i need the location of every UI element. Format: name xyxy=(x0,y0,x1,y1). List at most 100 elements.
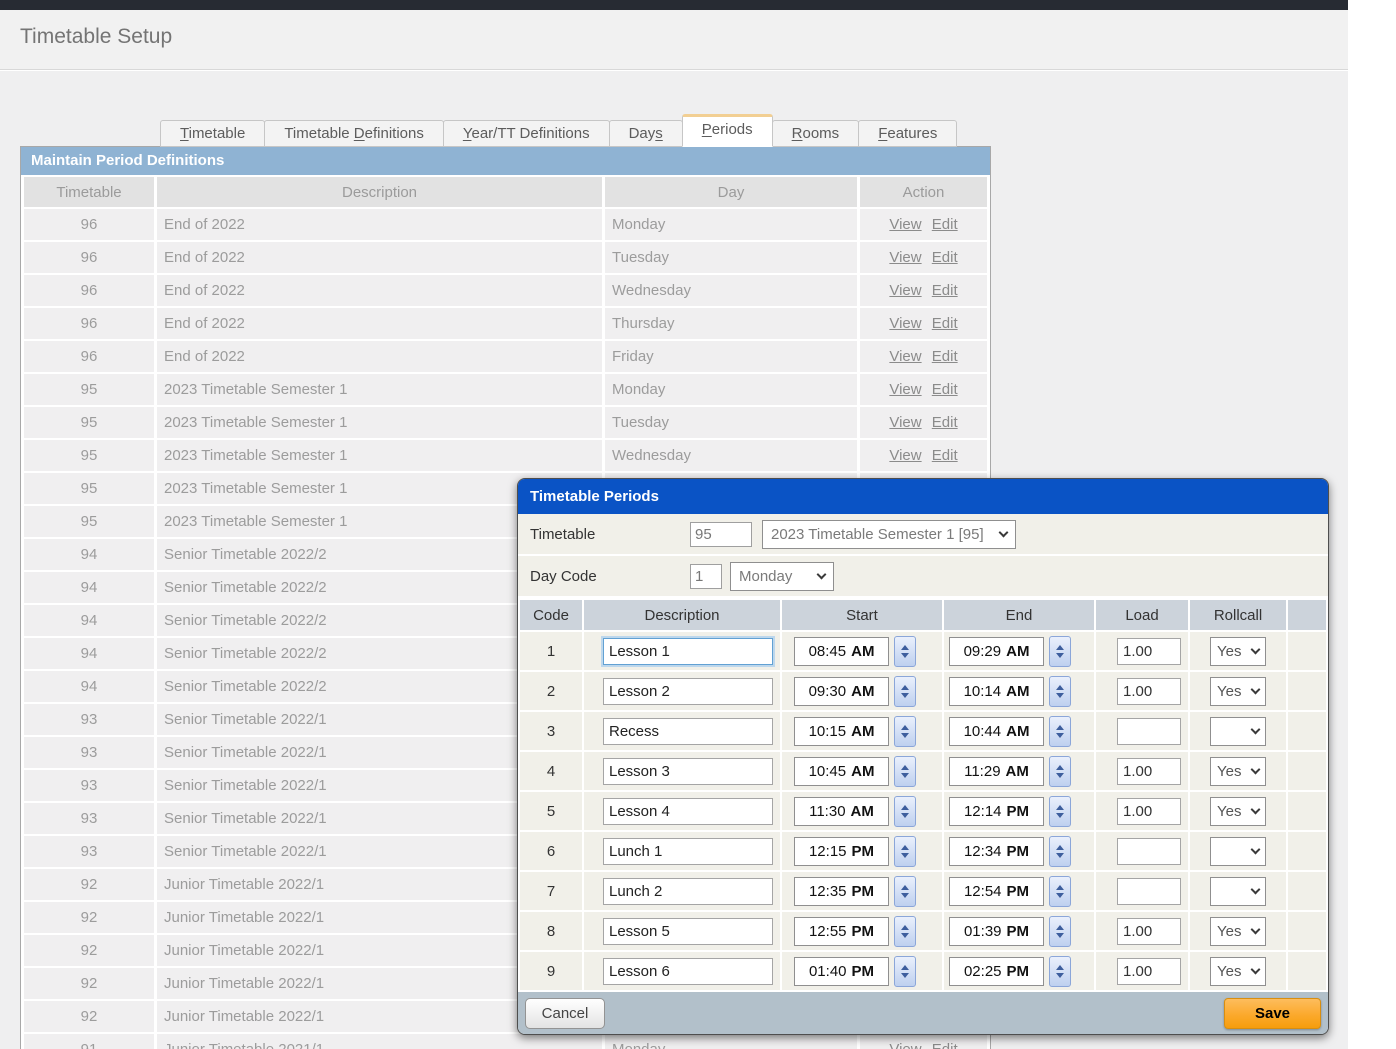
period-load-input[interactable] xyxy=(1117,878,1181,905)
period-rollcall-select[interactable]: Yes xyxy=(1210,757,1266,786)
timetable-cell: 93 xyxy=(24,770,154,801)
period-load-input[interactable] xyxy=(1117,758,1181,785)
edit-link[interactable]: Edit xyxy=(932,414,958,431)
period-end-time-spinner[interactable] xyxy=(1049,716,1071,747)
period-start-time-spinner[interactable] xyxy=(894,916,916,947)
period-start-time-input[interactable]: 11:30AM xyxy=(794,797,889,826)
period-end-time-input[interactable]: 12:14PM xyxy=(949,797,1044,826)
view-link[interactable]: View xyxy=(889,447,921,464)
tab-rooms[interactable]: Rooms xyxy=(772,120,860,147)
period-rollcall-select[interactable] xyxy=(1210,877,1266,906)
day-select[interactable]: Monday xyxy=(730,562,834,591)
period-end-time-input[interactable]: 10:44AM xyxy=(949,717,1044,746)
period-end-time-spinner[interactable] xyxy=(1049,956,1071,987)
period-start-time-input[interactable]: 08:45AM xyxy=(794,637,889,666)
view-link[interactable]: View xyxy=(889,216,921,233)
period-end-time-spinner[interactable] xyxy=(1049,796,1071,827)
period-end-time-input[interactable]: 09:29AM xyxy=(949,637,1044,666)
period-start-time-spinner[interactable] xyxy=(894,796,916,827)
table-row: 952023 Timetable Semester 1TuesdayView E… xyxy=(24,407,987,438)
period-rollcall-select[interactable]: Yes xyxy=(1210,797,1266,826)
edit-link[interactable]: Edit xyxy=(932,216,958,233)
period-start-time-input[interactable]: 10:45AM xyxy=(794,757,889,786)
period-load-input[interactable] xyxy=(1117,678,1181,705)
edit-link[interactable]: Edit xyxy=(932,282,958,299)
view-link[interactable]: View xyxy=(889,414,921,431)
cancel-button[interactable]: Cancel xyxy=(525,998,605,1029)
period-end-time-spinner[interactable] xyxy=(1049,836,1071,867)
tab-year-tt-definitions[interactable]: Year/TT Definitions xyxy=(443,120,610,147)
period-start-time-spinner[interactable] xyxy=(894,716,916,747)
period-start-time-spinner[interactable] xyxy=(894,756,916,787)
tab-timetable[interactable]: Timetable xyxy=(160,120,265,147)
period-end-time-spinner[interactable] xyxy=(1049,636,1071,667)
period-code-cell: 2 xyxy=(520,672,582,710)
view-link[interactable]: View xyxy=(889,1041,921,1049)
period-start-time-spinner[interactable] xyxy=(894,876,916,907)
period-rollcall-select[interactable]: Yes xyxy=(1210,957,1266,986)
period-start-time-input[interactable]: 12:15PM xyxy=(794,837,889,866)
view-link[interactable]: View xyxy=(889,282,921,299)
period-end-time-input[interactable]: 01:39PM xyxy=(949,917,1044,946)
period-description-input[interactable] xyxy=(603,638,773,665)
period-end-time-spinner[interactable] xyxy=(1049,756,1071,787)
view-link[interactable]: View xyxy=(889,348,921,365)
period-start-time-spinner[interactable] xyxy=(894,676,916,707)
period-description-input[interactable] xyxy=(603,838,773,865)
period-load-input[interactable] xyxy=(1117,798,1181,825)
edit-link[interactable]: Edit xyxy=(932,315,958,332)
period-load-input[interactable] xyxy=(1117,918,1181,945)
column-header-action: Action xyxy=(860,177,987,207)
view-link[interactable]: View xyxy=(889,315,921,332)
period-description-input[interactable] xyxy=(603,918,773,945)
period-load-input[interactable] xyxy=(1117,838,1181,865)
period-rollcall-select[interactable] xyxy=(1210,837,1266,866)
period-description-input[interactable] xyxy=(603,878,773,905)
tab-features[interactable]: Features xyxy=(858,120,957,147)
timetable-code-input[interactable] xyxy=(690,522,752,547)
edit-link[interactable]: Edit xyxy=(932,249,958,266)
period-rollcall-select[interactable]: Yes xyxy=(1210,637,1266,666)
tab-timetable-definitions[interactable]: Timetable Definitions xyxy=(264,120,444,147)
period-start-time-input[interactable]: 10:15AM xyxy=(794,717,889,746)
day-code-input[interactable] xyxy=(690,564,722,589)
period-description-input[interactable] xyxy=(603,958,773,985)
period-start-time-spinner[interactable] xyxy=(894,956,916,987)
period-end-time-spinner[interactable] xyxy=(1049,916,1071,947)
period-load-input[interactable] xyxy=(1117,638,1181,665)
timetable-select[interactable]: 2023 Timetable Semester 1 [95] xyxy=(762,520,1016,549)
tab-days[interactable]: Days xyxy=(609,120,683,147)
period-end-time-spinner[interactable] xyxy=(1049,876,1071,907)
tab-periods[interactable]: Periods xyxy=(682,114,773,147)
period-rollcall-select[interactable]: Yes xyxy=(1210,917,1266,946)
period-start-time-spinner[interactable] xyxy=(894,836,916,867)
period-end-time-input[interactable]: 11:29AM xyxy=(949,757,1044,786)
period-description-input[interactable] xyxy=(603,678,773,705)
edit-link[interactable]: Edit xyxy=(932,447,958,464)
period-description-input[interactable] xyxy=(603,718,773,745)
spin-up-icon xyxy=(901,845,909,850)
period-end-time-input[interactable]: 10:14AM xyxy=(949,677,1044,706)
period-end-time-input[interactable]: 12:34PM xyxy=(949,837,1044,866)
edit-link[interactable]: Edit xyxy=(932,381,958,398)
period-rollcall-select[interactable] xyxy=(1210,717,1266,746)
view-link[interactable]: View xyxy=(889,381,921,398)
edit-link[interactable]: Edit xyxy=(932,1041,958,1049)
view-link[interactable]: View xyxy=(889,249,921,266)
save-button[interactable]: Save xyxy=(1224,998,1321,1029)
period-start-time-input[interactable]: 09:30AM xyxy=(794,677,889,706)
period-load-input[interactable] xyxy=(1117,718,1181,745)
period-load-input[interactable] xyxy=(1117,958,1181,985)
period-start-time-input[interactable]: 12:35PM xyxy=(794,877,889,906)
period-end-time-spinner[interactable] xyxy=(1049,676,1071,707)
period-description-input[interactable] xyxy=(603,758,773,785)
period-start-time-input[interactable]: 12:55PM xyxy=(794,917,889,946)
period-end-time-input[interactable]: 12:54PM xyxy=(949,877,1044,906)
period-start-time-spinner[interactable] xyxy=(894,636,916,667)
period-end-time-input[interactable]: 02:25PM xyxy=(949,957,1044,986)
period-start-time-input[interactable]: 01:40PM xyxy=(794,957,889,986)
period-description-input[interactable] xyxy=(603,798,773,825)
period-rollcall-select[interactable]: Yes xyxy=(1210,677,1266,706)
edit-link[interactable]: Edit xyxy=(932,348,958,365)
action-cell: View Edit xyxy=(860,209,987,240)
